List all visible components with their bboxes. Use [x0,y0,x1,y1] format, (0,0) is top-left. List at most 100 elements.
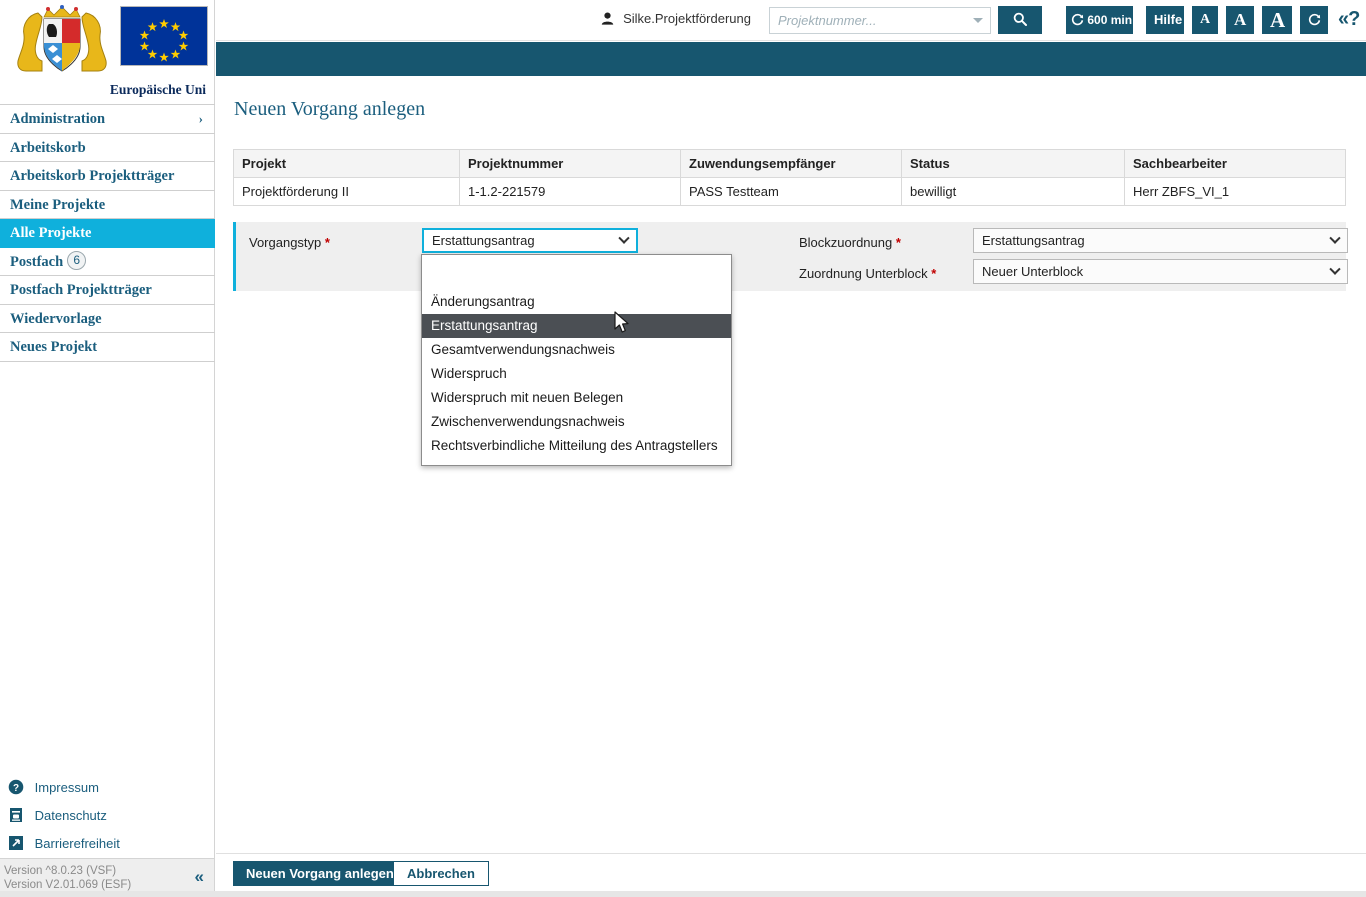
reload-button[interactable] [1300,6,1328,34]
font-size-small-button[interactable]: A [1192,6,1218,34]
sidebar-item-label: Postfach Projektträger [10,282,152,298]
sidebar-nav: Administration › Arbeitskorb Arbeitskorb… [0,104,215,362]
version-esf: Version V2.01.069 (ESF) [4,878,132,891]
postfach-count-badge: 6 [67,250,87,270]
sidebar-footer-links: ? Impressum Datenschutz Barrierefreiheit [0,774,214,858]
search-input[interactable] [770,8,966,33]
version-vsf: Version ^8.0.23 (VSF) [4,865,117,877]
option-aenderungsantrag[interactable]: Änderungsantrag [422,290,731,314]
footer-link-barrierefreiheit[interactable]: Barrierefreiheit [8,830,214,858]
unterblock-label-text: Zuordnung Unterblock [799,266,928,281]
option-list-padding [422,255,731,262]
question-circle-icon: ? [8,777,24,795]
option-widerspruch-neue-belege[interactable]: Widerspruch mit neuen Belegen [422,386,731,410]
sidebar-item-label: Wiedervorlage [10,310,102,327]
footer-link-datenschutz[interactable]: Datenschutz [8,802,214,830]
chevron-down-icon [1329,232,1341,244]
arrow-diagonal-icon [8,833,24,850]
chevron-down-icon [618,232,630,244]
refresh-icon [1071,13,1087,27]
session-timer-button[interactable]: 600 min [1066,6,1133,34]
sidebar-item-neues-projekt[interactable]: Neues Projekt [0,333,215,362]
footer-link-label: Barrierefreiheit [34,836,120,851]
sidebar-item-meine-projekte[interactable]: Meine Projekte [0,191,215,219]
blockzuordnung-selected-value: Erstattungsantrag [982,233,1085,248]
sidebar-item-administration[interactable]: Administration › [0,105,215,134]
svg-text:?: ? [13,783,19,794]
search-icon [1013,12,1027,27]
footer-link-label: Datenschutz [34,808,107,823]
chevron-right-icon: › [198,111,203,126]
sidebar-item-label: Arbeitskorb Projektträger [10,168,175,184]
font-size-medium-button[interactable]: A [1226,6,1254,34]
footer-link-label: Impressum [34,780,99,795]
column-header-sachbearbeiter: Sachbearbeiter [1124,149,1346,178]
option-zwischenverwendungsnachweis[interactable]: Zwischenverwendungsnachweis [422,410,731,434]
project-summary-table: Projekt Projektnummer Zuwendungsempfänge… [233,149,1346,206]
user-icon [601,12,614,25]
sidebar-item-label: Meine Projekte [10,196,106,213]
unterblock-label: Zuordnung Unterblock * [799,266,936,281]
option-widerspruch[interactable]: Widerspruch [422,362,731,386]
vorgangstyp-label-text: Vorgangstyp [249,235,322,250]
option-list-padding [422,458,731,465]
unterblock-select[interactable]: Neuer Unterblock [973,259,1348,284]
sidebar-item-alle-projekte[interactable]: Alle Projekte [0,219,215,248]
sidebar-item-arbeitskorb[interactable]: Arbeitskorb [0,134,215,162]
blockzuordnung-label-text: Blockzuordnung [799,235,893,250]
sidebar-item-arbeitskorb-projekttraeger[interactable]: Arbeitskorb Projektträger [0,162,215,191]
logo-row: Europäische Uni [0,0,214,97]
option-empty[interactable] [422,262,731,290]
column-header-projekt: Projekt [233,149,460,178]
action-bar: Neuen Vorgang anlegen Abbrechen [216,853,1366,891]
chevron-down-icon [1329,263,1341,275]
vorgangstyp-select[interactable]: Erstattungsantrag [422,228,638,253]
footer-link-impressum[interactable]: ? Impressum [8,774,214,802]
eu-caption: Europäische Uni [109,82,206,97]
project-search-combobox[interactable] [769,7,991,34]
bavaria-coat-of-arms-icon [17,5,107,72]
cell-status: bewilligt [901,177,1125,206]
required-marker: * [895,235,901,250]
required-marker: * [931,266,937,281]
cell-sachbearbeiter: Herr ZBFS_VI_1 [1124,177,1346,206]
blockzuordnung-select[interactable]: Erstattungsantrag [973,228,1348,253]
font-size-large-button[interactable]: A [1262,6,1292,34]
sidebar-item-postfach-projekttraeger[interactable]: Postfach Projektträger [0,276,215,305]
sidebar-item-label: Administration [10,111,106,127]
cell-projektnummer: 1-1.2-221579 [459,177,681,206]
table-row: Projektförderung II 1-1.2-221579 PASS Te… [233,177,1346,206]
page-title: Neuen Vorgang anlegen [234,98,426,120]
vorgang-form-panel: Vorgangstyp * Blockzuordnung * Zuordnung… [233,222,1348,291]
search-button[interactable] [998,6,1042,34]
session-timer-label: 600 min [1087,13,1133,27]
vorgangstyp-label: Vorgangstyp * [249,235,330,250]
option-rechtsverbindliche-mitteilung[interactable]: Rechtsverbindliche Mitteilung des Antrag… [422,434,731,458]
option-erstattungsantrag[interactable]: Erstattungsantrag [422,314,731,338]
unterblock-selected-value: Neuer Unterblock [982,264,1084,279]
help-button[interactable]: Hilfe [1146,6,1184,34]
cell-projekt: Projektförderung II [233,177,460,206]
sidebar: Europäische Uni Administration › Arbeits… [0,0,215,897]
main-content: Neuen Vorgang anlegen Projekt Projektnum… [216,76,1366,853]
option-gesamtverwendungsnachweis[interactable]: Gesamtverwendungsnachweis [422,338,731,362]
bottom-strip [0,891,1366,897]
column-header-zuwendungsempfaenger: Zuwendungsempfänger [680,149,902,178]
current-user: Silke.Projektförderung [601,11,751,26]
sidebar-item-label: Neues Projekt [10,339,98,355]
vorgangstyp-option-list[interactable]: Änderungsantrag Erstattungsantrag Gesamt… [421,254,732,466]
create-vorgang-button[interactable]: Neuen Vorgang anlegen [233,861,407,886]
help-panel-toggle-icon[interactable]: «? [1338,8,1360,31]
vorgangstyp-selected-value: Erstattungsantrag [432,233,535,248]
cancel-button[interactable]: Abbrechen [393,861,489,886]
blockzuordnung-label: Blockzuordnung * [799,235,901,250]
chevron-down-icon[interactable] [973,18,983,23]
table-header-row: Projekt Projektnummer Zuwendungsempfänge… [233,149,1346,178]
cell-zuwendungsempfaenger: PASS Testteam [680,177,902,206]
application-window: Europäische Uni Administration › Arbeits… [0,0,1366,897]
sidebar-collapse-icon[interactable]: « [195,867,204,887]
sidebar-item-postfach[interactable]: Postfach 6 [0,248,215,276]
sidebar-item-wiedervorlage[interactable]: Wiedervorlage [0,305,215,333]
required-marker: * [324,235,330,250]
top-toolbar: Silke.Projektförderung 600 min Hilfe A A… [216,0,1366,41]
